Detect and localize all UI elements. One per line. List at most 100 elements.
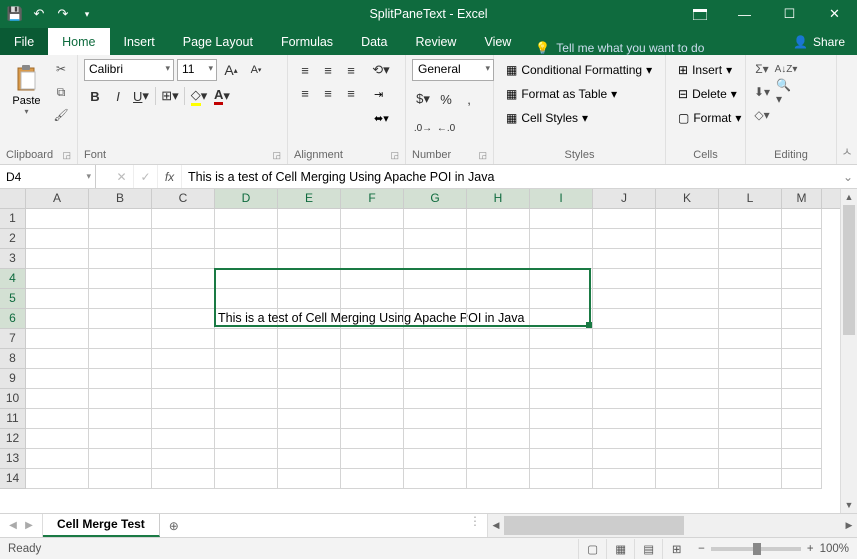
cell[interactable]: [26, 209, 89, 229]
cell[interactable]: [89, 329, 152, 349]
cell[interactable]: [278, 369, 341, 389]
cell-styles-button[interactable]: ▦Cell Styles▾: [500, 107, 658, 129]
cell[interactable]: [593, 349, 656, 369]
align-middle-icon[interactable]: ≡: [317, 59, 339, 81]
cell[interactable]: [467, 469, 530, 489]
cell[interactable]: [89, 309, 152, 329]
cell[interactable]: [530, 389, 593, 409]
row-header[interactable]: 13: [0, 449, 26, 469]
cell[interactable]: [26, 389, 89, 409]
cell[interactable]: [656, 349, 719, 369]
cell[interactable]: [341, 289, 404, 309]
delete-cells-button[interactable]: ⊟Delete▾: [672, 83, 747, 105]
cell[interactable]: [719, 449, 782, 469]
tell-me-search[interactable]: 💡Tell me what you want to do: [535, 41, 704, 55]
cell[interactable]: [152, 349, 215, 369]
column-header[interactable]: J: [593, 189, 656, 208]
undo-icon[interactable]: ↶: [30, 5, 48, 23]
cell[interactable]: [656, 449, 719, 469]
cell[interactable]: [782, 409, 822, 429]
row-header[interactable]: 5: [0, 289, 26, 309]
cell[interactable]: [26, 429, 89, 449]
zoom-out-icon[interactable]: −: [698, 543, 705, 555]
cell[interactable]: [341, 409, 404, 429]
column-header[interactable]: D: [215, 189, 278, 208]
cell[interactable]: [215, 389, 278, 409]
formula-input[interactable]: This is a test of Cell Merging Using Apa…: [182, 165, 839, 188]
clipboard-dialog-launcher[interactable]: ◲: [62, 150, 71, 161]
collapse-ribbon-icon[interactable]: ㅅ: [837, 55, 857, 164]
format-cells-button[interactable]: ▢Format▾: [672, 107, 747, 129]
save-icon[interactable]: 💾: [6, 5, 24, 23]
cell[interactable]: [152, 389, 215, 409]
row-header[interactable]: 1: [0, 209, 26, 229]
page-break-view-icon[interactable]: ⊞: [662, 539, 690, 559]
cell[interactable]: [26, 249, 89, 269]
tab-page-layout[interactable]: Page Layout: [169, 28, 267, 55]
cell[interactable]: [341, 369, 404, 389]
cell[interactable]: [215, 209, 278, 229]
copy-icon[interactable]: ⧉: [51, 82, 71, 102]
cell[interactable]: [467, 429, 530, 449]
cell[interactable]: [404, 469, 467, 489]
cell[interactable]: [404, 269, 467, 289]
row-header[interactable]: 8: [0, 349, 26, 369]
format-as-table-button[interactable]: ▦Format as Table▾: [500, 83, 658, 105]
scroll-down-icon[interactable]: ▼: [841, 497, 857, 513]
cell[interactable]: [215, 469, 278, 489]
cell[interactable]: [152, 449, 215, 469]
cell[interactable]: [152, 229, 215, 249]
cell[interactable]: [89, 409, 152, 429]
comma-format-icon[interactable]: ,: [458, 88, 480, 110]
cell[interactable]: [530, 449, 593, 469]
row-header[interactable]: 9: [0, 369, 26, 389]
cell[interactable]: [719, 349, 782, 369]
cell[interactable]: [215, 429, 278, 449]
wrap-text-icon[interactable]: ⇥: [370, 83, 393, 105]
clear-icon[interactable]: ◇▾: [752, 105, 772, 125]
bold-button[interactable]: B: [84, 85, 106, 107]
cell[interactable]: [719, 209, 782, 229]
cell[interactable]: [341, 469, 404, 489]
cell[interactable]: [782, 269, 822, 289]
tab-split-handle[interactable]: ⋮: [463, 514, 487, 537]
paste-button[interactable]: Paste ▾: [6, 59, 47, 120]
tab-view[interactable]: View: [470, 28, 525, 55]
row-header[interactable]: 3: [0, 249, 26, 269]
cell[interactable]: [341, 349, 404, 369]
cell[interactable]: [656, 429, 719, 449]
increase-decimal-icon[interactable]: .0→: [412, 117, 434, 139]
cell[interactable]: [89, 449, 152, 469]
align-center-icon[interactable]: ≡: [317, 82, 339, 104]
column-header[interactable]: K: [656, 189, 719, 208]
alignment-dialog-launcher[interactable]: ◲: [390, 150, 399, 161]
column-header[interactable]: H: [467, 189, 530, 208]
column-header[interactable]: G: [404, 189, 467, 208]
cell[interactable]: [89, 369, 152, 389]
insert-function-icon[interactable]: fx: [158, 165, 182, 188]
cell[interactable]: [530, 469, 593, 489]
cell[interactable]: [404, 229, 467, 249]
percent-format-icon[interactable]: %: [435, 88, 457, 110]
row-header[interactable]: 7: [0, 329, 26, 349]
record-macro-icon[interactable]: ▢: [578, 539, 606, 559]
cell[interactable]: [89, 429, 152, 449]
cell[interactable]: [593, 289, 656, 309]
cell[interactable]: [89, 269, 152, 289]
column-header[interactable]: E: [278, 189, 341, 208]
horizontal-scroll-thumb[interactable]: [504, 516, 684, 535]
cell[interactable]: [467, 329, 530, 349]
font-dialog-launcher[interactable]: ◲: [272, 150, 281, 161]
cell[interactable]: [782, 209, 822, 229]
cell[interactable]: [782, 229, 822, 249]
cell[interactable]: [530, 249, 593, 269]
increase-font-icon[interactable]: A▴: [220, 59, 242, 81]
cell[interactable]: [719, 329, 782, 349]
cell[interactable]: [656, 309, 719, 329]
cell[interactable]: [26, 369, 89, 389]
cell[interactable]: [719, 309, 782, 329]
cell[interactable]: [467, 309, 530, 329]
spreadsheet-grid[interactable]: ABCDEFGHIJKLM 123456This is a test of Ce…: [0, 189, 857, 513]
cell[interactable]: [278, 429, 341, 449]
cell[interactable]: [656, 249, 719, 269]
